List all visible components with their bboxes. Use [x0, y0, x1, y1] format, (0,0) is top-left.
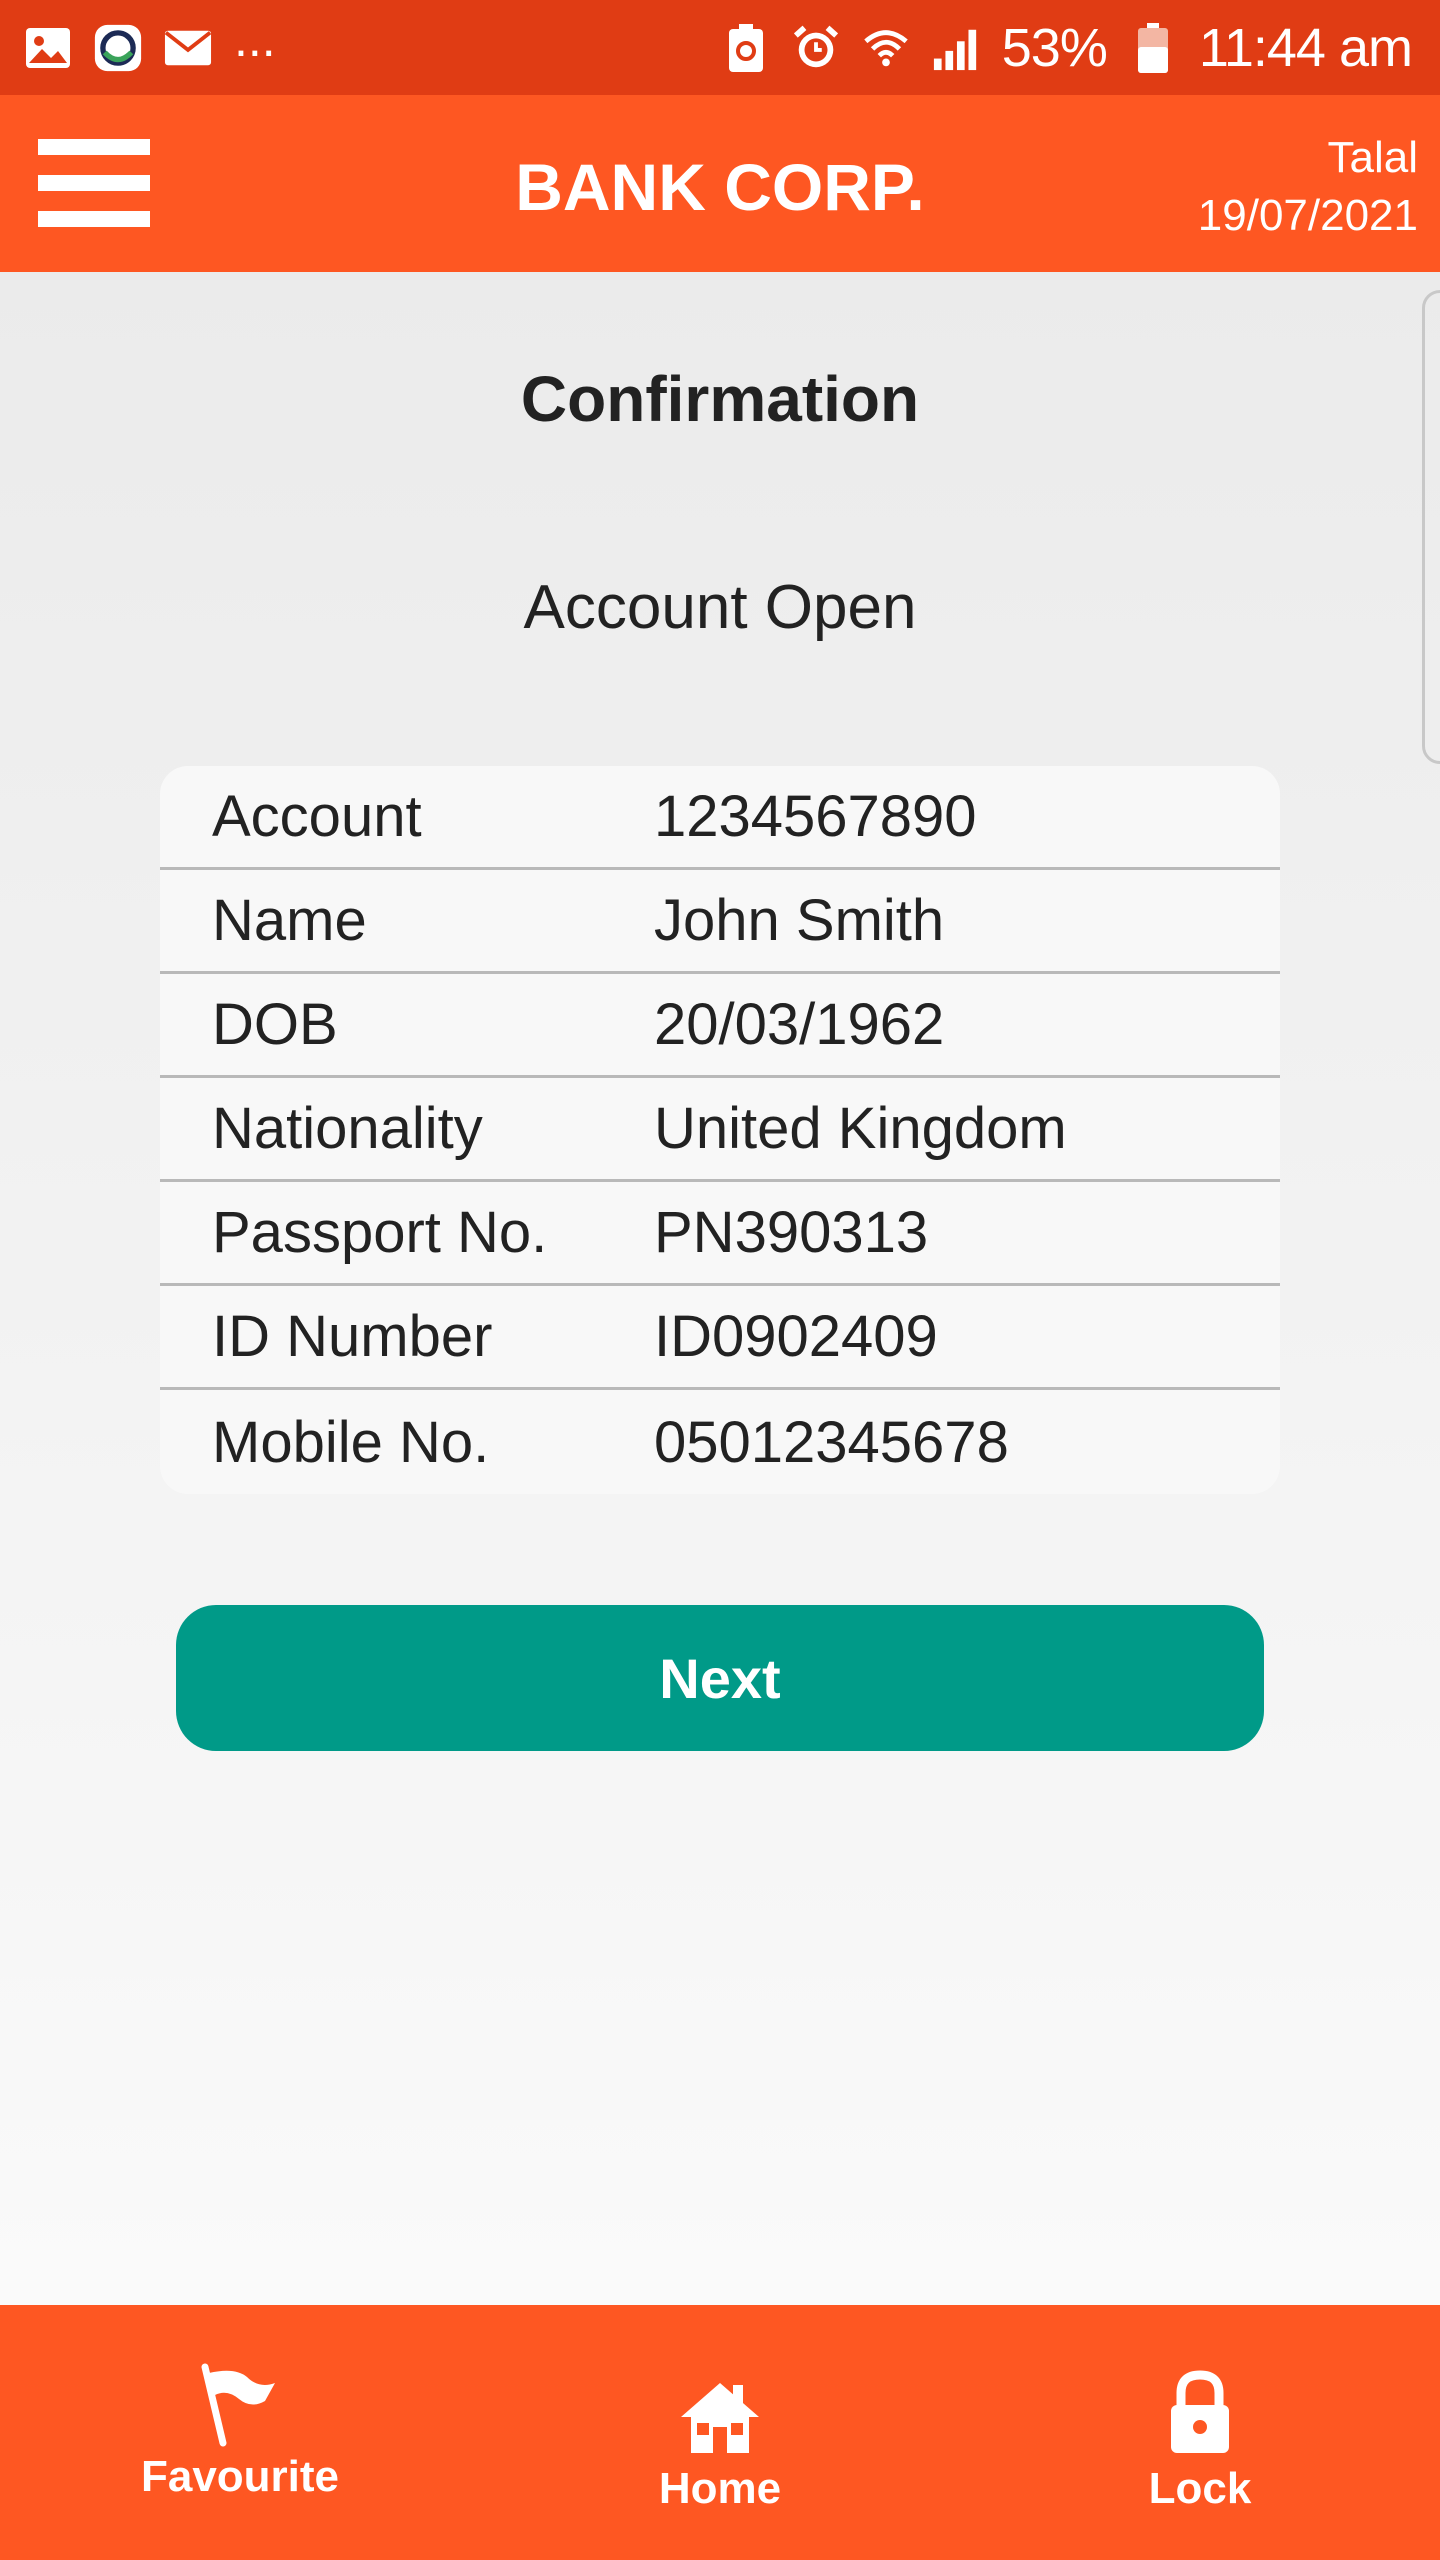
row-label: DOB [212, 992, 338, 1057]
table-row: ID Number ID0902409 [160, 1286, 1280, 1390]
page-subtitle: Account Open [523, 573, 917, 642]
mail-notification-icon [164, 24, 212, 72]
nav-favourite[interactable]: Favourite [120, 2363, 360, 2502]
flag-icon [120, 2363, 360, 2452]
battery-saver-icon [722, 23, 770, 72]
row-value: John Smith [654, 888, 945, 953]
current-date: 19/07/2021 [1197, 191, 1418, 240]
app-notification-icon [94, 24, 142, 72]
nav-label: Lock [1148, 2464, 1252, 2513]
nav-home[interactable]: Home [600, 2363, 840, 2514]
page-title: Confirmation [520, 363, 920, 435]
nav-label: Favourite [140, 2452, 340, 2501]
gallery-notification-icon [24, 24, 72, 72]
row-label: Name [212, 888, 367, 953]
table-row: Passport No. PN390313 [160, 1182, 1280, 1286]
clock: 11:44 am [1198, 17, 1413, 78]
bottom-navigation: Favourite Home Lock [0, 2305, 1440, 2560]
row-label: Account [212, 784, 422, 849]
row-value: 05012345678 [654, 1409, 1009, 1475]
home-icon [600, 2363, 840, 2464]
nav-lock[interactable]: Lock [1080, 2363, 1320, 2514]
row-value: PN390313 [654, 1200, 929, 1265]
alarm-icon [792, 24, 840, 72]
user-name: Talal [1327, 133, 1419, 182]
status-bar: ... 53% 11:44 am [0, 0, 1440, 95]
nav-label: Home [658, 2464, 782, 2513]
table-row: Mobile No. 05012345678 [160, 1390, 1280, 1494]
battery-percent: 53% [1001, 17, 1108, 78]
status-bar-notifications: ... [24, 14, 276, 72]
details-table: Account 1234567890 Name John Smith DOB 2… [160, 766, 1280, 1494]
main-content: Confirmation Account Open Account 123456… [0, 272, 1440, 2305]
row-value: 1234567890 [654, 784, 977, 849]
row-value: ID0902409 [654, 1304, 938, 1369]
row-label: ID Number [212, 1304, 493, 1369]
row-value: 20/03/1962 [654, 992, 945, 1057]
next-button[interactable]: Next [176, 1605, 1264, 1751]
app-screen: ... 53% 11:44 am BANK CORP. Talal 19/07/… [0, 0, 1440, 2560]
battery-icon [1129, 22, 1177, 73]
table-row: Name John Smith [160, 870, 1280, 974]
row-label: Mobile No. [212, 1409, 490, 1475]
user-info: Talal 19/07/2021 [1198, 129, 1418, 245]
row-value: United Kingdom [654, 1096, 1067, 1161]
table-row: DOB 20/03/1962 [160, 974, 1280, 1078]
table-row: Account 1234567890 [160, 766, 1280, 870]
row-label: Nationality [212, 1096, 483, 1161]
signal-icon [932, 24, 980, 72]
row-label: Passport No. [212, 1200, 548, 1265]
status-bar-system: 53% 11:44 am [722, 17, 1413, 78]
lock-icon [1080, 2363, 1320, 2464]
table-row: Nationality United Kingdom [160, 1078, 1280, 1182]
wifi-icon [862, 24, 910, 72]
more-notifications: ... [234, 10, 276, 67]
app-header: BANK CORP. Talal 19/07/2021 [0, 95, 1440, 272]
